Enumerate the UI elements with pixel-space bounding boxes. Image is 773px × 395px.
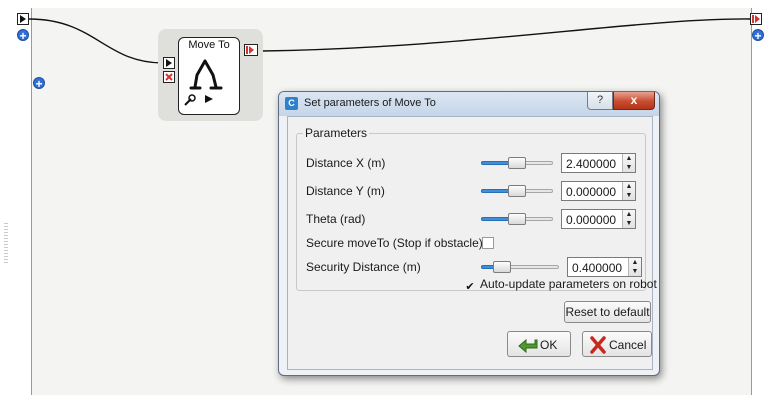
- spin-down-icon[interactable]: ▼: [623, 191, 635, 200]
- stop-icon: [165, 73, 173, 81]
- theta-spinbox[interactable]: 0.000000 ▲ ▼: [561, 209, 636, 229]
- param-label-secure-moveto: Secure moveTo (Stop if obstacle): [306, 236, 483, 250]
- param-label-theta: Theta (rad): [306, 212, 366, 226]
- theta-value[interactable]: 0.000000: [566, 213, 616, 227]
- security-distance-slider[interactable]: [481, 261, 559, 273]
- auto-update-checkbox[interactable]: ✔: [464, 282, 476, 294]
- add-output-button[interactable]: +: [752, 29, 764, 43]
- parameters-group: Parameters Distance X (m) 2.400000 ▲ ▼ Di…: [296, 126, 646, 291]
- set-parameters-dialog: C Set parameters of Move To ? x Paramete…: [278, 91, 660, 376]
- move-to-box-title: Move To: [188, 39, 230, 51]
- distance-x-slider[interactable]: [481, 157, 553, 169]
- auto-update-label: Auto-update parameters on robot: [480, 277, 657, 291]
- add-input-button[interactable]: +: [17, 29, 29, 43]
- spin-down-icon[interactable]: ▼: [623, 219, 635, 228]
- output-icon: [751, 15, 760, 23]
- add-parameter-button[interactable]: +: [33, 77, 45, 91]
- auto-update-option[interactable]: ✔ Auto-update parameters on robot: [464, 277, 657, 294]
- wire-move-to-end: [261, 18, 751, 52]
- reset-to-default-button[interactable]: Reset to default: [564, 301, 651, 323]
- distance-y-value[interactable]: 0.000000: [566, 185, 616, 199]
- cancel-label: Cancel: [609, 338, 647, 352]
- dialog-body: Parameters Distance X (m) 2.400000 ▲ ▼ Di…: [287, 116, 657, 370]
- security-distance-value[interactable]: 0.400000: [572, 261, 622, 275]
- box-onstart-port[interactable]: [163, 57, 175, 69]
- box-onstop-port[interactable]: [163, 71, 175, 83]
- close-icon: x: [630, 93, 638, 107]
- plus-icon: +: [35, 77, 43, 91]
- help-button[interactable]: ?: [587, 92, 613, 110]
- spin-up-icon[interactable]: ▲: [623, 182, 635, 191]
- spin-up-icon[interactable]: ▲: [623, 210, 635, 219]
- robot-legs-icon: [184, 59, 223, 106]
- cancel-x-icon: [590, 336, 606, 354]
- close-button[interactable]: x: [613, 92, 655, 110]
- global-input-port[interactable]: [17, 13, 29, 25]
- slider-thumb[interactable]: [508, 157, 526, 169]
- wire-start-to-move: [28, 18, 164, 64]
- param-label-security-distance: Security Distance (m): [306, 260, 421, 274]
- slider-thumb[interactable]: [508, 213, 526, 225]
- spin-down-icon[interactable]: ▼: [629, 267, 641, 276]
- parameters-group-title: Parameters: [303, 126, 370, 140]
- diagram-canvas[interactable]: + + + Move To C Set parameters of Move T…: [0, 0, 773, 395]
- dialog-title: Set parameters of Move To: [304, 97, 436, 109]
- global-output-port[interactable]: [750, 13, 762, 25]
- dialog-app-icon: C: [285, 97, 298, 110]
- plus-icon: +: [754, 29, 762, 43]
- slider-thumb[interactable]: [508, 185, 526, 197]
- distance-y-slider[interactable]: [481, 185, 553, 197]
- param-label-distance-x: Distance X (m): [306, 156, 386, 170]
- param-label-distance-y: Distance Y (m): [306, 184, 385, 198]
- spin-up-icon[interactable]: ▲: [623, 154, 635, 163]
- dialog-title-bar[interactable]: C Set parameters of Move To ? x: [279, 92, 659, 116]
- slider-thumb[interactable]: [493, 261, 511, 273]
- security-distance-spinbox[interactable]: 0.400000 ▲ ▼: [567, 257, 642, 277]
- distance-x-spinbox[interactable]: 2.400000 ▲ ▼: [561, 153, 636, 173]
- cancel-button[interactable]: Cancel: [582, 331, 652, 357]
- distance-y-spinbox[interactable]: 0.000000 ▲ ▼: [561, 181, 636, 201]
- spin-down-icon[interactable]: ▼: [623, 163, 635, 172]
- box-output-port[interactable]: [244, 44, 258, 56]
- theta-slider[interactable]: [481, 213, 553, 225]
- output-icon: [246, 46, 254, 54]
- wrench-icon: [184, 94, 196, 106]
- ok-button[interactable]: OK: [507, 331, 571, 357]
- plus-icon: +: [19, 29, 27, 43]
- secure-moveto-checkbox[interactable]: [482, 237, 494, 249]
- spin-up-icon[interactable]: ▲: [629, 258, 641, 267]
- distance-x-value[interactable]: 2.400000: [566, 157, 616, 171]
- ok-arrow-icon: [518, 338, 538, 354]
- ok-label: OK: [540, 338, 558, 352]
- play-icon: [166, 59, 172, 67]
- play-icon: [20, 15, 26, 23]
